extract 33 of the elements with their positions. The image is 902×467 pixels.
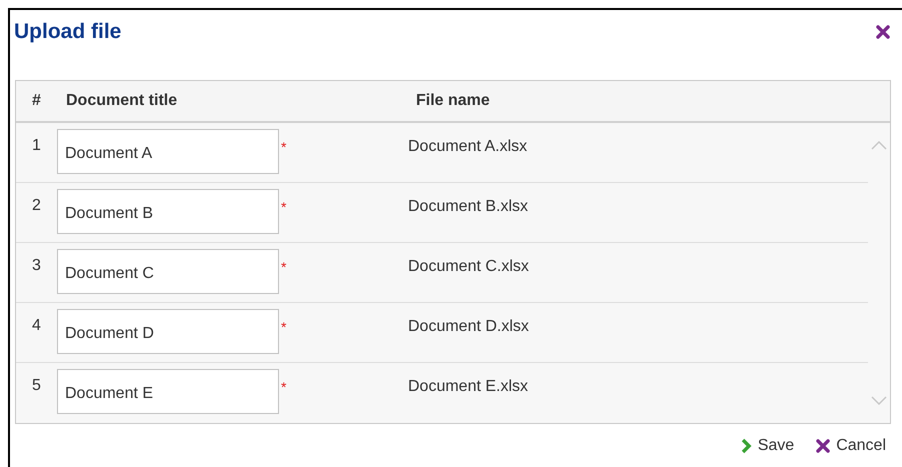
required-mark: * <box>281 138 288 157</box>
scrollbar[interactable] <box>868 123 890 423</box>
row-number: 2 <box>31 196 42 216</box>
file-name: Document D.xlsx <box>408 317 529 337</box>
required-mark: * <box>281 258 288 277</box>
row-number: 4 <box>31 316 42 336</box>
input-field[interactable]: Document E <box>57 369 279 414</box>
cancel-button[interactable]: Cancel <box>816 434 886 458</box>
column-header: File name <box>416 91 490 111</box>
close-icon <box>876 25 890 39</box>
required-mark: * <box>281 198 288 217</box>
column-header: # <box>31 91 42 111</box>
row-number: 3 <box>31 256 42 276</box>
row-number: 1 <box>31 136 42 156</box>
chevron-icon <box>740 438 752 454</box>
file-name: Document B.xlsx <box>408 197 528 217</box>
dialog-title: Upload file <box>14 19 122 46</box>
required-mark: * <box>281 318 288 337</box>
input-field[interactable]: Document A <box>57 129 279 174</box>
save-button[interactable]: Save <box>740 434 794 458</box>
scroll-up-icon[interactable] <box>871 141 888 150</box>
input-field[interactable]: Document D <box>57 309 279 354</box>
input-field[interactable]: Document C <box>57 249 279 294</box>
file-name: Document A.xlsx <box>408 137 528 157</box>
input-field[interactable]: Document B <box>57 189 279 234</box>
required-mark: * <box>281 378 288 397</box>
row-number: 5 <box>31 376 42 396</box>
file-name: Document C.xlsx <box>408 257 529 277</box>
close-icon <box>816 439 830 453</box>
scroll-down-icon[interactable] <box>871 396 888 405</box>
close-button[interactable] <box>874 23 892 41</box>
file-name: Document E.xlsx <box>408 377 528 397</box>
column-header: Document title <box>66 91 178 111</box>
